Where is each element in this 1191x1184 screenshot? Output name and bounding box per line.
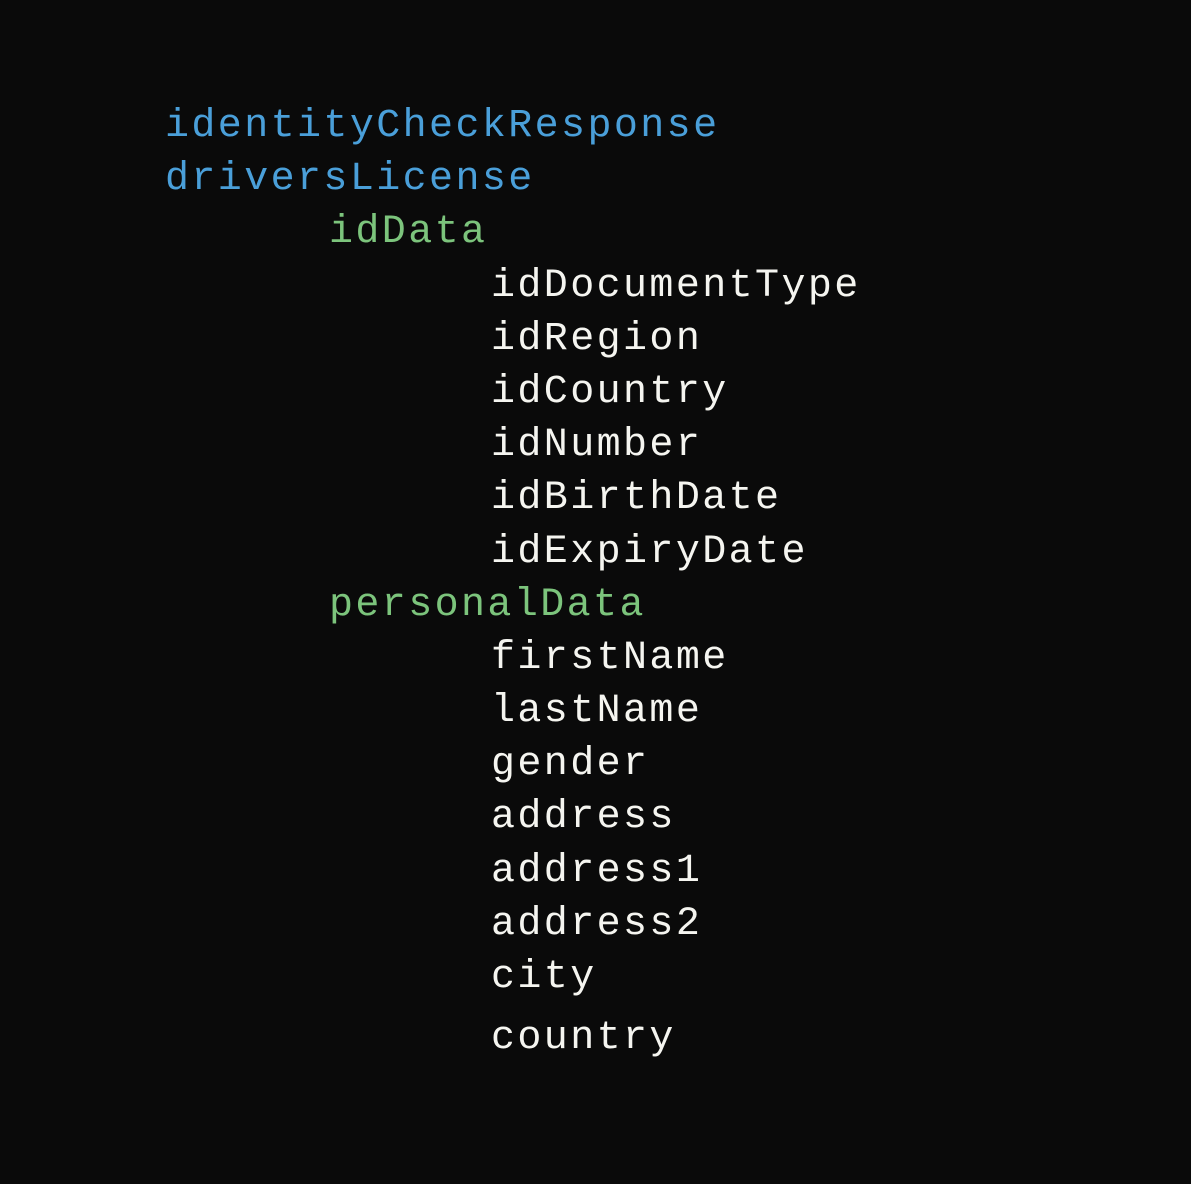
field-address2: address2 xyxy=(165,898,1191,951)
field-city: city xyxy=(165,951,1191,1004)
field-address1: address1 xyxy=(165,845,1191,898)
field-id-document-type: idDocumentType xyxy=(165,260,1191,313)
field-id-number: idNumber xyxy=(165,419,1191,472)
field-id-birth-date: idBirthDate xyxy=(165,472,1191,525)
section-personal-data: personalData xyxy=(165,579,1191,632)
field-address: address xyxy=(165,791,1191,844)
root-node-identity-check-response: identityCheckResponse xyxy=(165,100,1191,153)
field-id-country: idCountry xyxy=(165,366,1191,419)
field-id-region: idRegion xyxy=(165,313,1191,366)
field-country: country xyxy=(165,1012,1191,1065)
field-gender: gender xyxy=(165,738,1191,791)
field-first-name: firstName xyxy=(165,632,1191,685)
section-id-data: idData xyxy=(165,206,1191,259)
root-node-drivers-license: driversLicense xyxy=(165,153,1191,206)
field-id-expiry-date: idExpiryDate xyxy=(165,526,1191,579)
field-last-name: lastName xyxy=(165,685,1191,738)
